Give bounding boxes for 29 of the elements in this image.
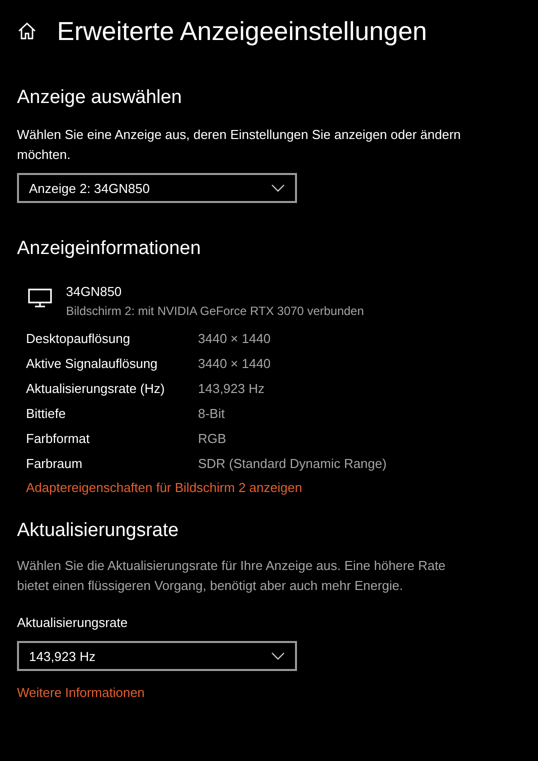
page-title: Erweiterte Anzeigeeinstellungen (57, 15, 428, 48)
refresh-rate-dropdown[interactable]: 143,923 Hz (17, 641, 297, 671)
property-value: RGB (198, 431, 226, 446)
more-info-link[interactable]: Weitere Informationen (17, 683, 521, 703)
section-heading: Anzeigeinformationen (17, 237, 202, 261)
property-value: 143,923 Hz (198, 381, 264, 396)
property-label: Bittiefe (26, 406, 67, 421)
property-label: Farbformat (26, 431, 91, 446)
property-value: 3440 × 1440 (198, 331, 271, 346)
adapter-properties-link[interactable]: Adaptereigenschaften für Bildschirm 2 anzeigen (26, 478, 521, 498)
property-value: 8-Bit (198, 406, 225, 421)
property-label: Aktive Signalauflösung (26, 356, 159, 371)
chevron-down-icon (271, 184, 285, 192)
monitor-icon (28, 288, 52, 308)
section-description: Wählen Sie eine Anzeige aus, deren Einstellungen Sie anzeigen oder ändern möchten. (17, 126, 462, 164)
section-description: Wählen Sie die Aktualisierungsrate für Ihre Anzeige aus. Eine höhere Rate bietet einen flüssigeren Vorgang, benötigt aber auch mehr Energie. (17, 557, 447, 595)
field-label: Aktualisierungsrate (17, 614, 129, 632)
chevron-down-icon (271, 652, 285, 660)
property-label: Aktualisierungsrate (Hz) (26, 381, 166, 396)
section-heading: Anzeige auswählen (17, 86, 183, 110)
display-dropdown[interactable]: Anzeige 2: 34GN850 (17, 173, 297, 203)
monitor-name: 34GN850 (66, 283, 123, 301)
property-value: 3440 × 1440 (198, 356, 271, 371)
property-label: Desktopauflösung (26, 331, 132, 346)
home-icon[interactable] (17, 21, 37, 41)
section-heading: Aktualisierungsrate (17, 519, 180, 543)
monitor-connection: Bildschirm 2: mit NVIDIA GeForce RTX 3070 verbunden (66, 303, 364, 320)
property-value: SDR (Standard Dynamic Range) (198, 456, 387, 471)
property-label: Farbraum (26, 456, 84, 471)
